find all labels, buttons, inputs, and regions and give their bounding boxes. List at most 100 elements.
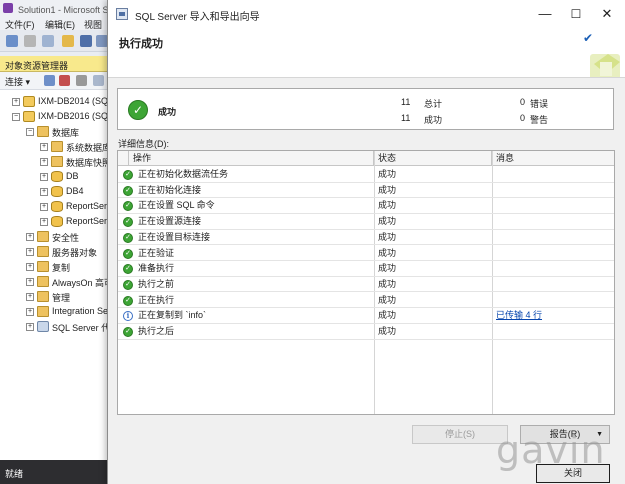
row-action: 正在复制到 `info`	[138, 310, 207, 321]
server-icon	[23, 111, 35, 122]
row-action: 正在设置目标连接	[138, 231, 211, 242]
status-text: 就绪	[5, 469, 24, 479]
success-icon: ✓	[123, 264, 133, 275]
column-header-status[interactable]: 状态	[374, 151, 492, 166]
database-icon	[51, 186, 63, 197]
connect-icon[interactable]	[44, 75, 55, 86]
database-icon	[51, 216, 63, 227]
error-label: 错误	[530, 99, 549, 109]
row-status: 成功	[378, 184, 397, 195]
folder-icon	[37, 291, 49, 302]
expand-toggle-icon[interactable]: +	[26, 308, 34, 316]
connect-dropdown[interactable]: 连接 ▾	[5, 75, 30, 88]
folder-icon	[37, 276, 49, 287]
expand-toggle-icon[interactable]: +	[40, 143, 48, 151]
new-project-icon[interactable]	[42, 35, 54, 47]
table-row[interactable]: ✓ 执行之后 成功	[118, 324, 614, 340]
expand-toggle-icon[interactable]: +	[26, 323, 34, 331]
warning-label: 警告	[530, 115, 549, 125]
collapse-toggle-icon[interactable]: −	[26, 128, 34, 136]
success-icon: ✓	[123, 248, 133, 259]
details-table: 操作 状态 消息 ✓ 正在初始化数据流任务 成功 ✓ 正在初始化连接 成功 ✓ 正在设置 SQ…	[117, 150, 615, 415]
folder-icon	[37, 231, 49, 242]
table-row[interactable]: ✓ 正在执行 成功	[118, 293, 614, 309]
row-status: 成功	[378, 231, 397, 242]
object-explorer-toolbar: 连接 ▾	[0, 72, 110, 90]
expand-toggle-icon[interactable]: +	[12, 98, 20, 106]
toolbar-dropdown-icon[interactable]	[24, 35, 36, 47]
row-status: 成功	[378, 247, 397, 258]
table-row[interactable]: ✓ 正在初始化连接 成功	[118, 183, 614, 199]
total-count: 11	[401, 97, 411, 107]
wizard-app-icon	[116, 8, 128, 20]
new-query-icon[interactable]	[6, 35, 18, 47]
column-header-action[interactable]: 操作	[129, 151, 374, 166]
folder-icon	[51, 141, 63, 152]
table-row[interactable]: ✓ 正在验证 成功	[118, 246, 614, 261]
open-folder-icon[interactable]	[62, 35, 74, 47]
tree-node-label: AlwaysOn 高可用性	[52, 278, 110, 288]
table-row[interactable]: ✓ 执行之前 成功	[118, 277, 614, 293]
row-action: 正在设置源连接	[138, 216, 202, 227]
folder-icon	[37, 126, 49, 137]
tree-node-label: 服务器对象	[52, 248, 98, 258]
disconnect-icon[interactable]	[59, 75, 70, 86]
success-label: 成功	[424, 115, 443, 125]
collapse-toggle-icon[interactable]: −	[12, 113, 20, 121]
import-export-wizard-window: SQL Server 导入和导出向导 — ☐ ✕ 执行成功 ✔ ✓ 成功 11 …	[107, 0, 625, 484]
ssms-toolbar	[0, 30, 110, 52]
close-window-button[interactable]: ✕	[594, 4, 620, 24]
tree-node-label: ReportServer	[66, 201, 110, 211]
close-button[interactable]: 关闭	[536, 464, 610, 483]
expand-toggle-icon[interactable]: +	[26, 233, 34, 241]
details-label: 详细信息(D):	[118, 139, 169, 149]
save-icon[interactable]	[80, 35, 92, 47]
total-label: 总计	[424, 99, 443, 109]
row-action: 正在设置 SQL 命令	[138, 200, 215, 211]
row-action: 正在初始化数据流任务	[138, 169, 229, 179]
stop-icon[interactable]	[76, 75, 87, 86]
table-row[interactable]: ✓ 正在设置目标连接 成功	[118, 230, 614, 246]
expand-toggle-icon[interactable]: +	[40, 173, 48, 181]
object-explorer-tree: +IXM-DB2014 (SQL Server −IXM-DB2016 (SQL…	[0, 90, 110, 460]
tree-node-label: ReportServerTempDB	[66, 216, 110, 226]
success-icon: ✓	[123, 170, 133, 180]
row-action: 执行之前	[138, 278, 175, 289]
expand-toggle-icon[interactable]: +	[26, 248, 34, 256]
expand-toggle-icon[interactable]: +	[40, 203, 48, 211]
success-icon: ✓	[128, 100, 148, 120]
tree-node-label: DB4	[66, 186, 84, 196]
expand-toggle-icon[interactable]: +	[40, 188, 48, 196]
row-action: 准备执行	[138, 263, 175, 274]
tree-node-label: 复制	[52, 263, 71, 273]
row-message-link[interactable]: 已传输 4 行	[496, 308, 542, 323]
row-status: 成功	[378, 278, 397, 289]
filter-icon[interactable]	[93, 75, 104, 86]
table-row[interactable]: ✓ 正在设置源连接 成功	[118, 214, 614, 230]
table-row[interactable]: ✓ 正在初始化数据流任务 成功	[118, 167, 614, 183]
success-icon: ✓	[123, 295, 133, 306]
table-row[interactable]: ✓ 准备执行 成功	[118, 261, 614, 277]
expand-toggle-icon[interactable]: +	[26, 263, 34, 271]
tree-node-label: 系统数据库	[66, 143, 110, 153]
table-row[interactable]: i 正在复制到 `info` 成功 已传输 4 行	[118, 308, 614, 324]
folder-icon	[51, 156, 63, 167]
stop-button[interactable]: 停止(S)	[412, 425, 508, 444]
row-action: 正在验证	[138, 247, 175, 258]
maximize-button[interactable]: ☐	[563, 4, 589, 24]
tree-node-label: SQL Server 代理	[52, 323, 110, 333]
warning-count: 0	[520, 113, 526, 123]
expand-toggle-icon[interactable]: +	[40, 218, 48, 226]
error-count: 0	[520, 97, 526, 107]
expand-toggle-icon[interactable]: +	[40, 158, 48, 166]
header-icon-column	[118, 151, 129, 166]
minimize-button[interactable]: —	[532, 4, 558, 24]
expand-toggle-icon[interactable]: +	[26, 293, 34, 301]
column-header-message[interactable]: 消息	[492, 151, 614, 166]
tree-node-label: IXM-DB2014 (SQL Server	[38, 96, 110, 106]
table-row[interactable]: ✓ 正在设置 SQL 命令 成功	[118, 198, 614, 214]
expand-toggle-icon[interactable]: +	[26, 278, 34, 286]
success-icon: ✓	[123, 217, 133, 228]
wizard-header-graphic-icon	[590, 54, 620, 77]
success-count: 11	[401, 113, 411, 123]
